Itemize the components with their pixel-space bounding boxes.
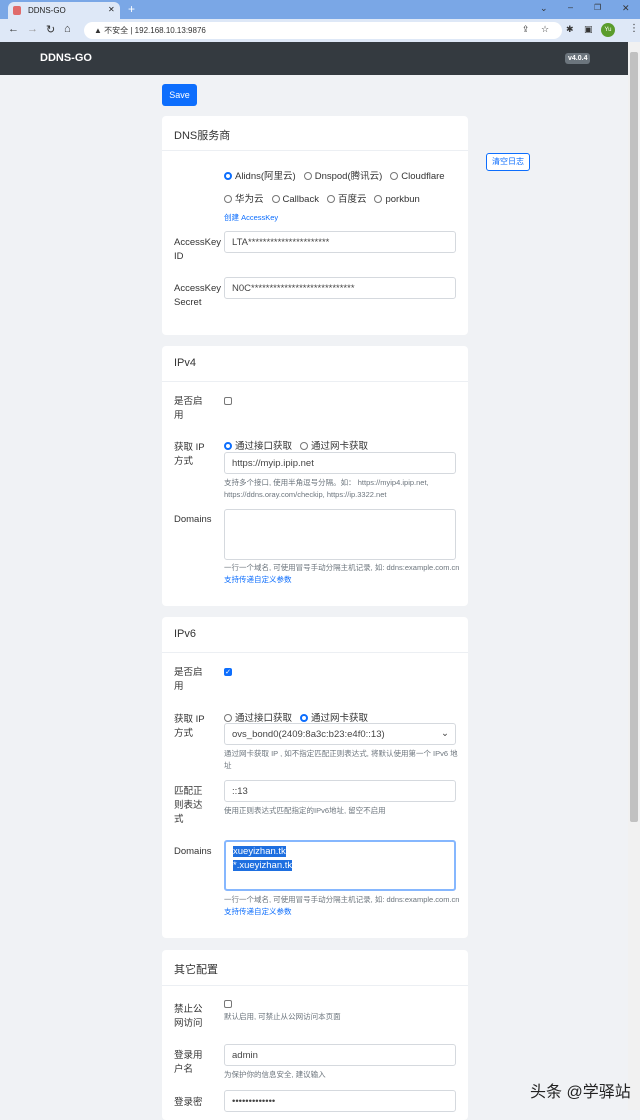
ipv6-method-label: 获取 IP 方式 <box>174 714 205 739</box>
accesskey-secret-label: AccessKey Secret <box>174 283 221 308</box>
ipv4-method-radios: 通过接口获取 通过网卡获取 <box>224 438 376 452</box>
divider <box>162 381 468 382</box>
other-config-card: 其它配置 禁止公网访问 默认启用, 可禁止从公网访问本页面 登录用户名 admi… <box>162 950 468 1120</box>
password-input[interactable]: ••••••••••••• <box>224 1090 456 1112</box>
ipv6-card: IPv6 是否启用 ✓ 获取 IP 方式 通过接口获取 通过网卡获取 ovs_bo… <box>162 617 468 938</box>
ipv6-enable-label: 是否启用 <box>174 667 203 692</box>
browser-tab-bar: DDNS-GO ✕ + ⌄ – ❐ ✕ <box>0 0 640 19</box>
security-label: 不安全 <box>104 26 129 35</box>
ipv4-enable-checkbox[interactable] <box>224 397 232 405</box>
create-accesskey-link[interactable]: 创建 AccessKey <box>224 212 278 223</box>
ipv4-card: IPv4 是否启用 获取 IP 方式 通过接口获取 通过网卡获取 https://… <box>162 346 468 606</box>
card-title: IPv6 <box>174 628 197 640</box>
ipv4-domains-textarea[interactable] <box>224 509 456 560</box>
tab-title: DDNS-GO <box>28 6 66 15</box>
provider-alidns[interactable]: Alidns(阿里云) <box>224 171 296 182</box>
card-title: 其它配置 <box>174 964 218 976</box>
save-button[interactable]: Save <box>162 84 197 106</box>
ipv4-method-nic[interactable]: 通过网卡获取 <box>300 441 368 452</box>
clear-log-button[interactable]: 清空日志 <box>486 153 530 171</box>
ipv4-enable-label: 是否启用 <box>174 396 203 421</box>
address-bar-row: ← → ↻ ⌂ ▲ 不安全 | 192.168.10.13:9876 ⇪ ☆ ✱… <box>0 19 640 42</box>
ipv6-domains-label: Domains <box>174 846 212 857</box>
warning-icon: ▲ <box>94 26 105 35</box>
chevron-down-icon: ⌄ <box>441 728 449 739</box>
home-icon[interactable]: ⌂ <box>64 23 71 35</box>
provider-huawei[interactable]: 华为云 <box>224 194 264 205</box>
sidepanel-icon[interactable]: ▣ <box>584 24 593 35</box>
custom-params-link[interactable]: 支持传递自定义参数 <box>224 907 292 916</box>
ipv6-regex-help: 使用正则表达式匹配指定的IPv6地址, 留空不启用 <box>224 806 386 815</box>
menu-icon[interactable]: ⋮ <box>629 23 639 34</box>
divider <box>162 150 468 151</box>
accesskey-secret-input[interactable]: N0C**************************** <box>224 277 456 299</box>
share-icon[interactable]: ⇪ <box>522 24 530 35</box>
card-title: IPv4 <box>174 357 197 369</box>
provider-row-2: 华为云 Callback 百度云 porkbun <box>224 191 428 205</box>
ipv4-method-api[interactable]: 通过接口获取 <box>224 441 292 452</box>
ipv6-regex-label: 匹配正则表达式 <box>174 786 203 825</box>
tab-search-icon[interactable]: ⌄ <box>540 3 548 14</box>
ipv4-url-help: 支持多个接口, 使用半角逗号分隔。如： https://myip4.ipip.n… <box>224 478 429 499</box>
ipv6-regex-input[interactable]: ::13 <box>224 780 456 802</box>
provider-cloudflare[interactable]: Cloudflare <box>390 171 445 182</box>
ipv6-enable-checkbox[interactable]: ✓ <box>224 668 232 676</box>
card-title: DNS服务商 <box>174 130 231 142</box>
url-text: 192.168.10.13:9876 <box>134 26 206 35</box>
brand[interactable]: DDNS-GO <box>40 52 92 64</box>
ipv6-interface-help: 通过网卡获取 IP , 如不指定匹配正则表达式, 将默认使用第一个 IPv6 地… <box>224 749 458 770</box>
restore-icon[interactable]: ❐ <box>594 3 601 12</box>
browser-tab[interactable]: DDNS-GO ✕ <box>8 2 120 19</box>
username-label: 登录用户名 <box>174 1050 203 1075</box>
provider-row-1: Alidns(阿里云) Dnspod(腾讯云) Cloudflare <box>224 168 453 182</box>
url-bar[interactable]: ▲ 不安全 | 192.168.10.13:9876 <box>84 22 562 39</box>
dns-provider-card: DNS服务商 Alidns(阿里云) Dnspod(腾讯云) Cloudflare … <box>162 116 468 335</box>
avatar[interactable]: Yu <box>601 23 615 37</box>
password-label: 登录密 <box>174 1097 203 1108</box>
version-badge: v4.0.4 <box>565 53 591 64</box>
navbar: DDNS-GO v4.0.4 <box>0 42 628 75</box>
close-tab-icon[interactable]: ✕ <box>108 5 115 14</box>
divider <box>162 985 468 986</box>
username-input[interactable]: admin <box>224 1044 456 1066</box>
minimize-icon[interactable]: – <box>568 2 573 12</box>
ipv6-domains-textarea[interactable]: xueyizhan.tk *.xueyizhan.tk <box>224 840 456 891</box>
accesskey-id-label: AccessKey ID <box>174 237 221 262</box>
reload-icon[interactable]: ↻ <box>46 23 55 36</box>
custom-params-link[interactable]: 支持传递自定义参数 <box>224 575 292 584</box>
public-access-checkbox[interactable] <box>224 1000 232 1008</box>
provider-dnspod[interactable]: Dnspod(腾讯云) <box>303 171 382 182</box>
public-access-help: 默认启用, 可禁止从公网访问本页面 <box>224 1012 341 1021</box>
ipv4-method-label: 获取 IP 方式 <box>174 442 205 467</box>
ipv4-url-input[interactable]: https://myip.ipip.net <box>224 452 456 474</box>
ipv6-method-radios: 通过接口获取 通过网卡获取 <box>224 710 376 724</box>
extensions-icon[interactable]: ✱ <box>566 24 574 35</box>
back-icon[interactable]: ← <box>8 23 19 35</box>
provider-baidu[interactable]: 百度云 <box>326 194 366 205</box>
ipv6-domains-help: 一行一个域名, 可使用冒号手动分隔主机记录, 如: ddns:example.c… <box>224 895 460 916</box>
watermark: 头条 @学驿站 <box>530 1084 631 1101</box>
close-window-icon[interactable]: ✕ <box>622 3 630 14</box>
public-access-label: 禁止公网访问 <box>174 1004 203 1029</box>
ipv6-interface-select[interactable]: ovs_bond0(2409:8a3c:b23:e4f0::13) ⌄ <box>224 723 456 745</box>
scrollbar-thumb[interactable] <box>630 52 638 822</box>
bookmark-star-icon[interactable]: ☆ <box>541 24 549 35</box>
favicon-icon <box>13 6 21 15</box>
ipv4-domains-label: Domains <box>174 514 212 525</box>
ipv4-domains-help: 一行一个域名, 可使用冒号手动分隔主机记录, 如: ddns:example.c… <box>224 563 460 584</box>
divider <box>162 652 468 653</box>
forward-icon[interactable]: → <box>27 23 38 35</box>
provider-callback[interactable]: Callback <box>271 194 319 205</box>
provider-porkbun[interactable]: porkbun <box>374 194 420 205</box>
accesskey-id-input[interactable]: LTA********************** <box>224 231 456 253</box>
new-tab-icon[interactable]: + <box>128 2 135 16</box>
username-help: 为保护你的信息安全, 建议输入 <box>224 1070 326 1079</box>
